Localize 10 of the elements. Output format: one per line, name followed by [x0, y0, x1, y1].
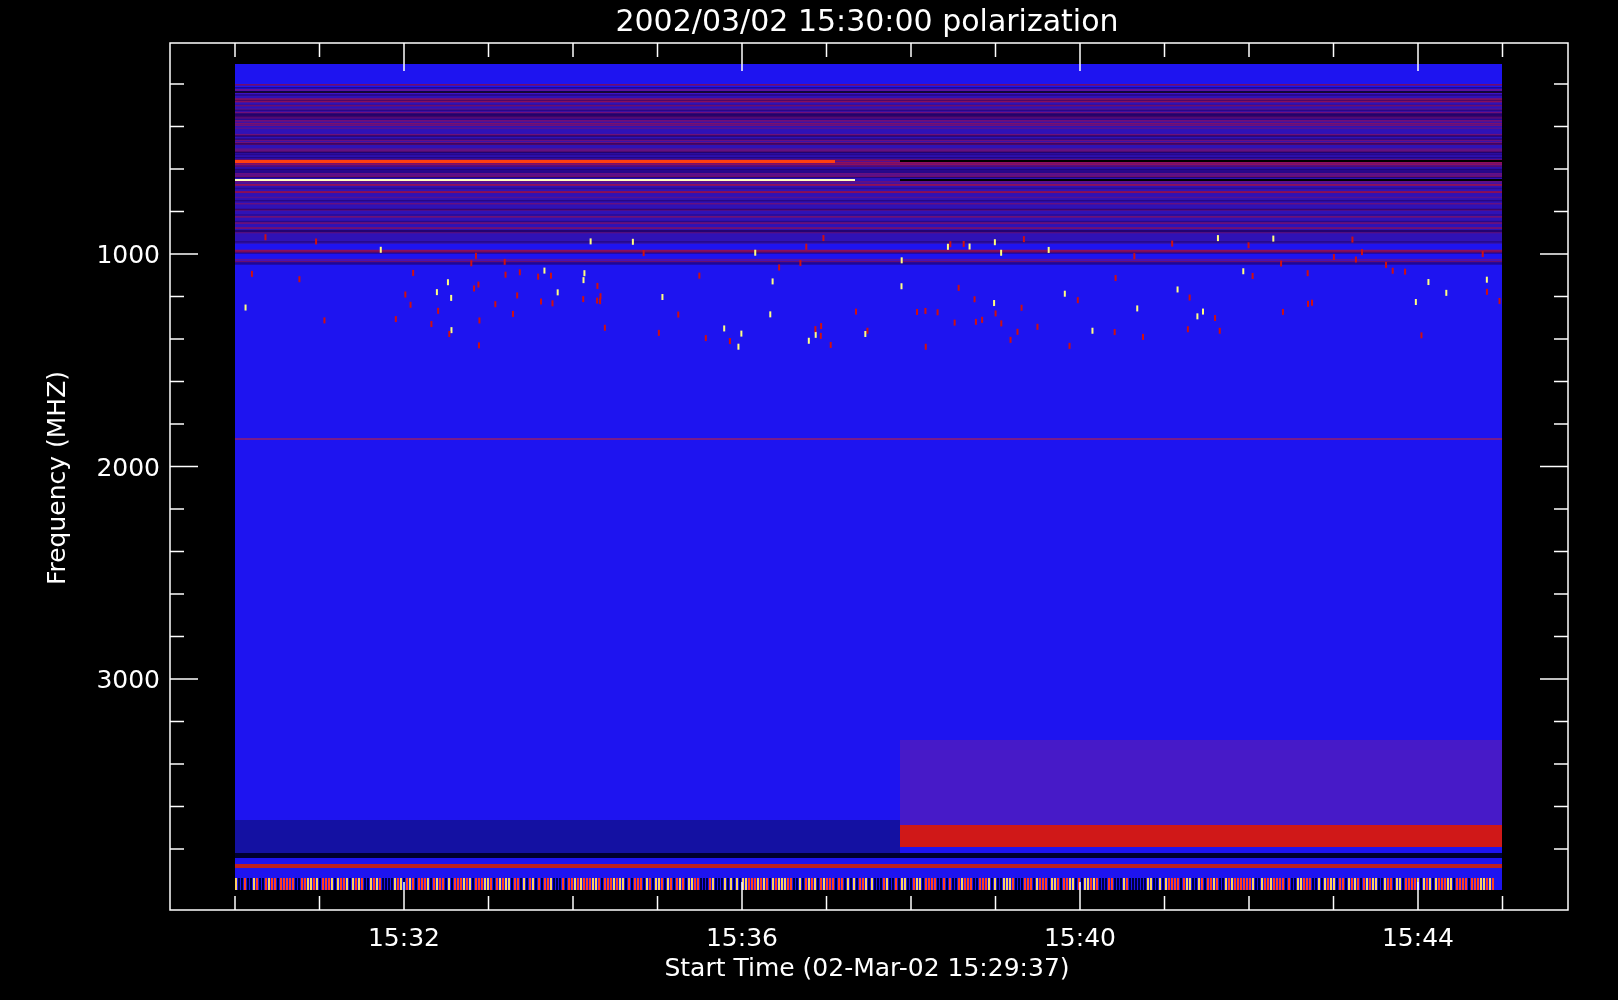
- y-tick-label: 3000: [96, 665, 160, 694]
- x-tick-label: 15:40: [1044, 923, 1116, 952]
- chart-title: 2002/03/02 15:30:00 polarization: [615, 3, 1119, 38]
- x-tick-label: 15:44: [1382, 923, 1454, 952]
- x-tick-label: 15:32: [368, 923, 440, 952]
- x-axis-label: Start Time (02-Mar-02 15:29:37): [664, 953, 1070, 982]
- y-tick-label: 2000: [96, 452, 160, 482]
- y-axis-label: Frequency (MHZ): [42, 370, 71, 586]
- x-tick-label: 15:36: [706, 923, 778, 952]
- y-tick-label: 1000: [96, 240, 160, 269]
